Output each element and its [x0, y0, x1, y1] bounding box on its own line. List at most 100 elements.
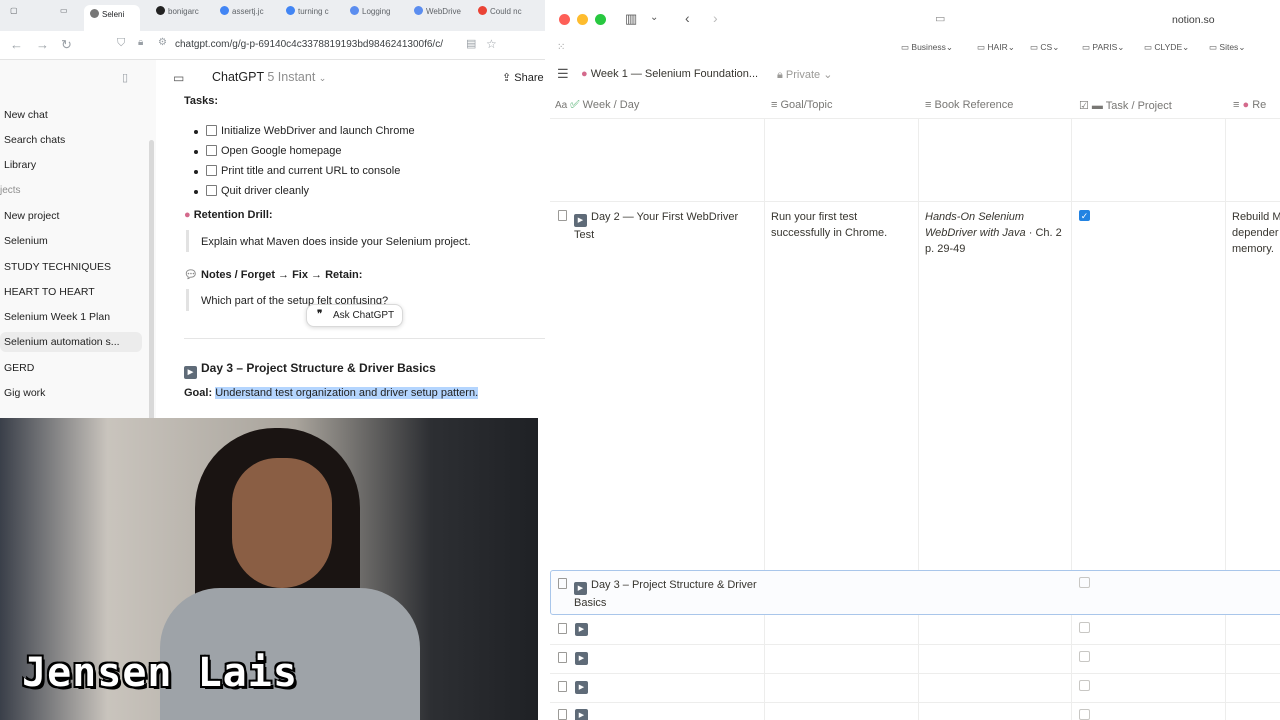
task-checkbox[interactable]	[1079, 622, 1090, 633]
column-week-day[interactable]: Aa ✅︎ Week / Day	[555, 99, 639, 112]
goal-cell[interactable]: Run your first test successfully in Chro…	[771, 209, 911, 241]
tab-logging[interactable]: Logging	[350, 6, 398, 26]
lock-icon[interactable]: 🔒︎	[138, 37, 143, 48]
tab-overview-icon[interactable]: ▭	[60, 6, 68, 26]
sidebar-section-projects: jects	[0, 185, 21, 196]
bookmark-folder[interactable]: ▭ CLYDE⌄	[1144, 42, 1189, 53]
sidebar-item-gig-work[interactable]: Gig work	[4, 387, 45, 399]
site-icon	[414, 6, 423, 15]
sidebar-item-week1-plan[interactable]: Selenium Week 1 Plan	[4, 311, 110, 323]
sidebar-item-library[interactable]: Library	[4, 159, 36, 171]
notion-browser-window: ▥ ⌄ ‹ › ▭ notion.so ⁙ ▭ Business⌄ ▭ HAIR…	[545, 0, 1280, 720]
column-book-reference[interactable]: ≡ Book Reference	[925, 99, 1013, 111]
sidebar-item-gerd[interactable]: GERD	[4, 362, 34, 374]
sidebar-toggle-icon[interactable]: ▢	[10, 6, 18, 26]
retention-text: Explain what Maven does inside your Sele…	[201, 236, 471, 248]
column-task-project[interactable]: ☑ ▬ Task / Project	[1079, 99, 1172, 112]
forward-icon[interactable]: ›	[713, 10, 718, 26]
site-settings-icon[interactable]: ⚙	[158, 37, 167, 48]
chevron-down-icon[interactable]: ⌄	[650, 12, 658, 23]
collapse-sidebar-icon[interactable]: ▯	[122, 71, 128, 84]
sidebar-item-search-chats[interactable]: Search chats	[4, 134, 65, 146]
sidebar-item-new-chat[interactable]: New chat	[4, 109, 48, 121]
bookmark-folder[interactable]: ▭ HAIR⌄	[977, 42, 1015, 53]
highlighted-selection[interactable]: Understand test organization and driver …	[215, 387, 479, 399]
play-icon: ▶	[574, 214, 587, 227]
tab-turning[interactable]: turning c	[286, 6, 334, 26]
reload-icon[interactable]: ↻	[61, 37, 72, 53]
folder-icon: ▭	[1144, 42, 1155, 52]
row-divider	[550, 702, 1280, 703]
tab-webdriver[interactable]: WebDrive	[414, 6, 464, 26]
tab-selenium[interactable]: Seleni	[84, 5, 140, 31]
task-checkbox[interactable]	[1079, 577, 1090, 588]
chevron-down-icon: ⌄	[318, 73, 327, 83]
model-selector[interactable]: ChatGPT 5 Instant ⌄	[212, 70, 326, 84]
laptop-icon: ▬	[1091, 100, 1106, 112]
bookmark-folder[interactable]: ▭ Sites⌄	[1209, 42, 1245, 53]
bookmark-star-icon[interactable]: ☆	[486, 37, 497, 51]
task-checkbox[interactable]	[1079, 651, 1090, 662]
bookmark-folder[interactable]: ▭ PARIS⌄	[1082, 42, 1124, 53]
column-divider	[918, 118, 919, 720]
day-cell[interactable]: ▶ Day 2 — Your First WebDriver Test	[574, 209, 759, 243]
sidebar-item-selenium-automation[interactable]: Selenium automation s...	[0, 332, 142, 352]
ask-chatgpt-button[interactable]: ❞ Ask ChatGPT	[306, 304, 403, 327]
folder-icon[interactable]: ▭	[173, 71, 184, 85]
task-item: Quit driver cleanly	[206, 185, 309, 197]
maximize-window-icon[interactable]	[595, 14, 606, 25]
retention-heading: ● Retention Drill:	[184, 209, 273, 221]
play-icon[interactable]: ▶	[575, 652, 588, 665]
review-cell[interactable]: Rebuild M depender memory.	[1232, 209, 1280, 257]
play-icon[interactable]: ▶	[575, 623, 588, 636]
bookmark-folder[interactable]: ▭ Business⌄	[901, 42, 953, 53]
close-window-icon[interactable]	[559, 14, 570, 25]
back-icon[interactable]: ←	[10, 37, 23, 52]
sidebar-item-new-project[interactable]: New project	[4, 210, 59, 222]
bookmark-folder[interactable]: ▭ CS⌄	[1030, 42, 1059, 53]
bullet	[194, 150, 198, 154]
sidebar-item-selenium[interactable]: Selenium	[4, 235, 48, 247]
reader-icon[interactable]: ▤	[466, 37, 476, 50]
grid-icon[interactable]: ⁙	[557, 42, 565, 53]
task-checkbox[interactable]: ✓	[1079, 210, 1090, 221]
notion-topbar: ☰ ● Week 1 — Selenium Foundation... 🔒︎ P…	[545, 62, 1280, 88]
divider	[184, 338, 545, 339]
url-field[interactable]: notion.so	[1172, 14, 1215, 26]
tab-assertj[interactable]: assertj.jc	[220, 6, 270, 26]
site-icon	[350, 6, 359, 15]
play-icon[interactable]: ▶	[575, 709, 588, 720]
row-divider	[550, 673, 1280, 674]
task-checkbox[interactable]	[1079, 709, 1090, 720]
page-title[interactable]: ● Week 1 — Selenium Foundation...	[581, 68, 758, 80]
menu-icon[interactable]: ☰	[557, 66, 569, 82]
folder-icon: ▭	[901, 42, 912, 52]
tab-bonigarcia[interactable]: bonigarc	[156, 6, 206, 26]
github-icon	[156, 6, 165, 15]
sidebar-scrollbar[interactable]	[149, 140, 154, 456]
column-divider	[764, 118, 765, 720]
tab-could-not[interactable]: Could nc	[478, 6, 528, 26]
sidebar-toggle-icon[interactable]: ▥	[625, 11, 637, 27]
play-icon: ▶	[184, 366, 197, 379]
url-field[interactable]: chatgpt.com/g/g-p-69140c4c3378819193bd98…	[175, 39, 443, 50]
forward-icon[interactable]: →	[36, 37, 49, 52]
share-button[interactable]: ⇪ Share	[502, 71, 544, 84]
column-review[interactable]: ≡ ● Re	[1233, 99, 1266, 111]
brain-icon: ●	[184, 209, 191, 221]
book-cell[interactable]: Hands-On Selenium WebDriver with Java · …	[925, 209, 1067, 257]
back-icon[interactable]: ‹	[685, 10, 690, 26]
task-checkbox[interactable]	[1079, 680, 1090, 691]
shield-icon[interactable]: ⛉	[117, 37, 125, 50]
sidebar-item-heart-to-heart[interactable]: HEART TO HEART	[4, 286, 95, 298]
day-cell[interactable]: ▶ Day 3 – Project Structure & Driver Basi…	[574, 577, 759, 611]
page-icon[interactable]: ▭	[935, 12, 945, 25]
play-icon[interactable]: ▶	[575, 681, 588, 694]
sidebar-item-study-techniques[interactable]: STUDY TECHNIQUES	[4, 261, 111, 273]
tab-bar: ▢ ▭ Seleni bonigarc assertj.jc turning c…	[0, 0, 545, 31]
page-icon	[558, 578, 567, 589]
minimize-window-icon[interactable]	[577, 14, 588, 25]
title-property-icon: Aa	[555, 100, 568, 111]
privacy-badge[interactable]: 🔒︎ Private ⌄	[777, 68, 832, 82]
column-goal-topic[interactable]: ≡ Goal/Topic	[771, 99, 832, 111]
